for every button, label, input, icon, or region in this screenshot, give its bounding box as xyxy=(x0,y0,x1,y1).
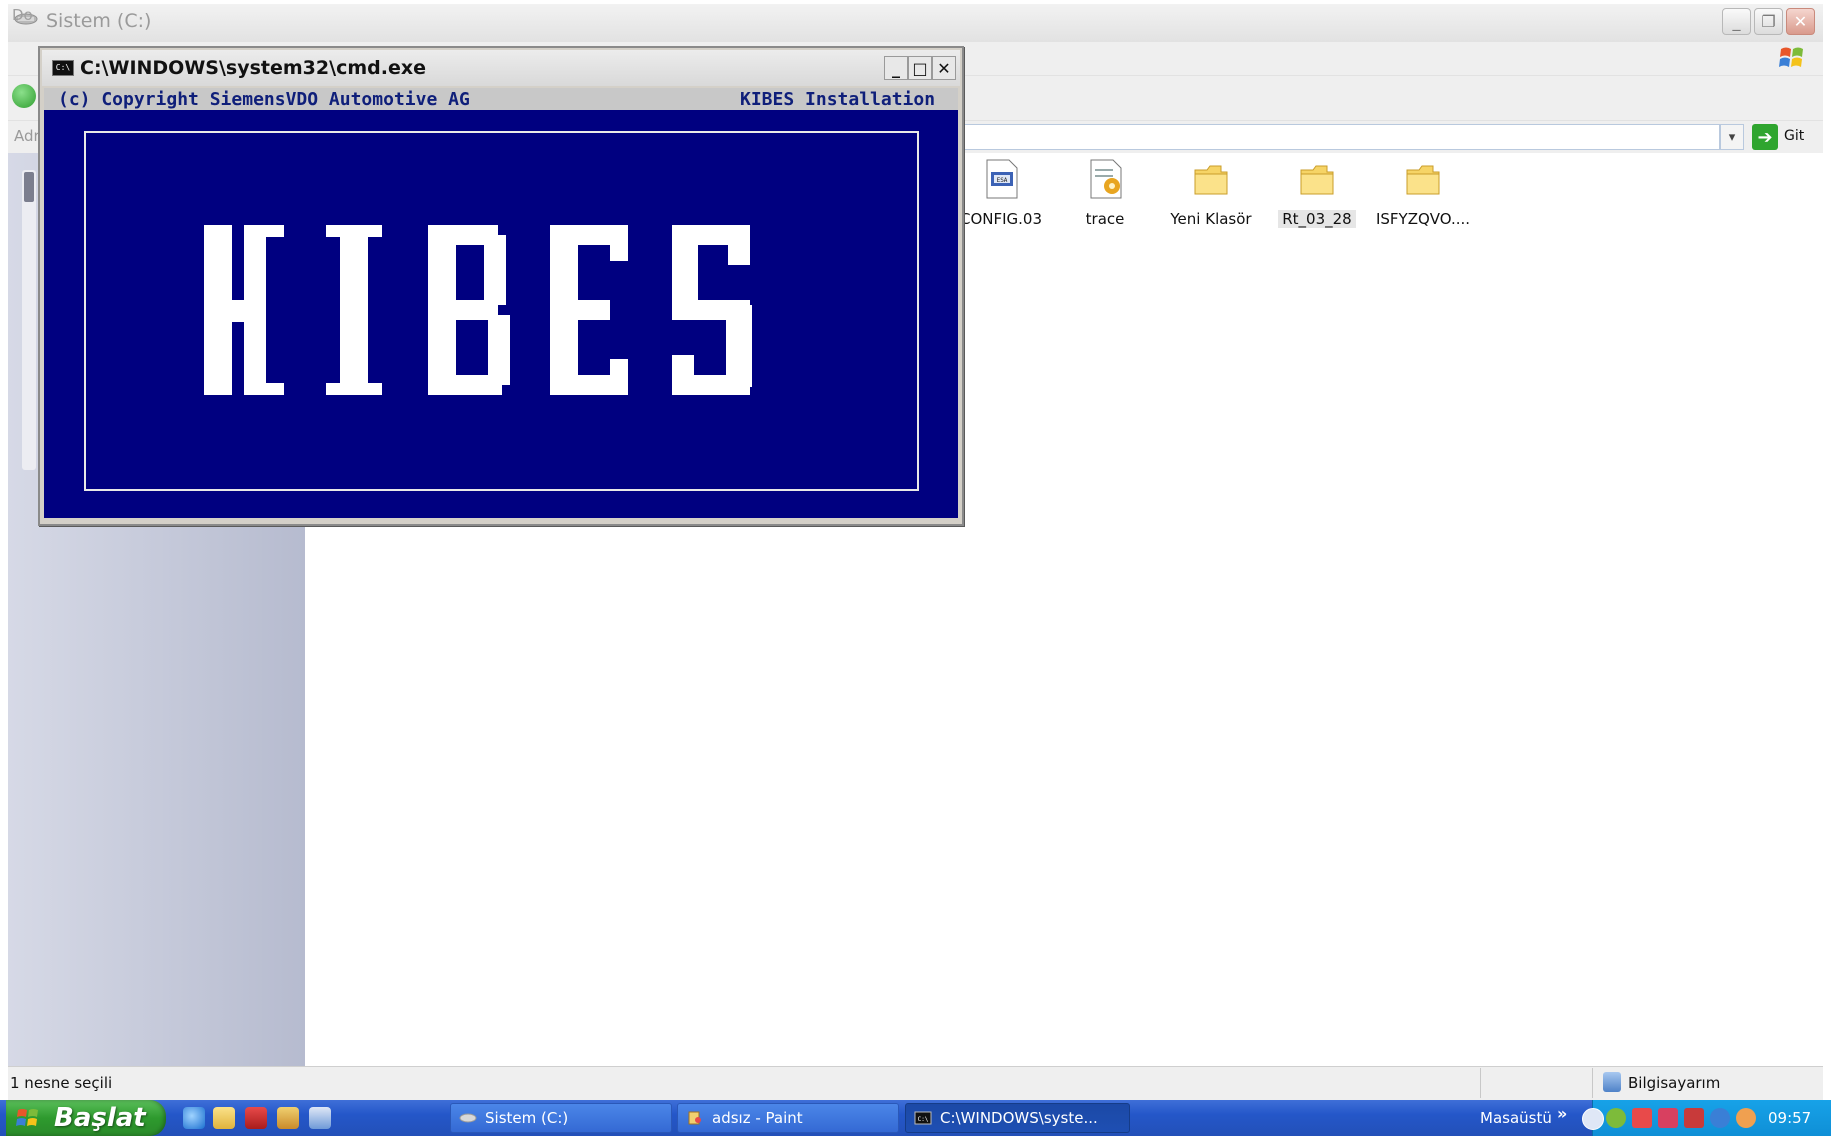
file-item[interactable]: Yeni Klasör xyxy=(1158,152,1264,232)
task-pane-panel xyxy=(22,170,36,470)
restore-button[interactable]: ❐ xyxy=(1754,8,1783,35)
network-disconnected-icon[interactable] xyxy=(1684,1108,1704,1128)
file-label: Yeni Klasör xyxy=(1170,210,1252,228)
tool-icon[interactable] xyxy=(277,1107,299,1129)
explorer-title-bar[interactable] xyxy=(8,4,1823,43)
console-installation-text: KIBES Installation xyxy=(740,89,936,110)
address-label: Adr xyxy=(14,127,40,145)
cmd-title: C:\WINDOWS\system32\cmd.exe xyxy=(80,57,426,79)
file-label: Rt_03_28 xyxy=(1278,210,1356,228)
close-icon: ✕ xyxy=(937,58,951,78)
explorer-title: Sistem (C:) xyxy=(46,10,152,32)
address-input[interactable] xyxy=(940,124,1720,150)
taskbar-button-paint[interactable]: adsız - Paint xyxy=(677,1103,899,1133)
network-disconnected-icon[interactable] xyxy=(1632,1108,1652,1128)
tray-collapse-icon[interactable] xyxy=(1582,1108,1604,1130)
start-label: Başlat xyxy=(54,1103,146,1133)
taskbar-button-label: adsız - Paint xyxy=(712,1109,803,1127)
status-divider xyxy=(1480,1068,1481,1098)
security-icon[interactable] xyxy=(1710,1108,1730,1128)
banner-letter-e xyxy=(550,225,628,395)
status-selection-text: 1 nesne seçili xyxy=(10,1074,113,1092)
minimize-icon: _ xyxy=(892,58,900,78)
desktop-toolbar-label[interactable]: Masaüstü xyxy=(1480,1109,1552,1127)
maximize-icon: □ xyxy=(912,58,928,78)
svg-text:ESA: ESA xyxy=(997,177,1008,184)
banner-letter-b xyxy=(428,225,510,395)
folder-icon xyxy=(1194,165,1228,195)
minimize-button[interactable]: _ xyxy=(1722,8,1751,35)
minimize-icon: _ xyxy=(1732,12,1741,31)
taskbar-button-cmd[interactable]: C:\ C:\WINDOWS\syste... xyxy=(905,1103,1130,1133)
close-icon: ✕ xyxy=(1793,12,1808,31)
go-arrow-icon[interactable]: ➔ xyxy=(1752,124,1778,150)
taskbar-button-explorer[interactable]: Sistem (C:) xyxy=(450,1103,672,1133)
toolbar-expand-icon[interactable]: » xyxy=(1557,1104,1567,1123)
app-icon[interactable] xyxy=(309,1107,331,1129)
folder-icon[interactable] xyxy=(213,1107,235,1129)
status-divider xyxy=(1592,1068,1593,1098)
volume-icon[interactable] xyxy=(1736,1108,1756,1128)
folder-icon xyxy=(1406,165,1440,195)
file-item[interactable]: trace xyxy=(1052,152,1158,232)
acrobat-icon[interactable] xyxy=(245,1107,267,1129)
cmd-minimize-button[interactable]: _ xyxy=(884,56,908,80)
task-pane-collapse-icon[interactable] xyxy=(24,172,34,202)
svg-text:C:\: C:\ xyxy=(918,1116,929,1123)
folder-icon xyxy=(1300,165,1334,195)
status-bar xyxy=(8,1066,1823,1101)
banner-letter-i xyxy=(326,225,382,395)
windows-logo-icon xyxy=(1779,47,1803,67)
close-button[interactable]: ✕ xyxy=(1786,8,1815,35)
banner-letter-s xyxy=(672,225,752,395)
cmd-icon: C:\ xyxy=(914,1111,932,1125)
log-file-icon xyxy=(1090,159,1122,199)
taskbar-button-label: Sistem (C:) xyxy=(485,1109,569,1127)
config-file-icon: ESA xyxy=(986,159,1018,199)
clock[interactable]: 09:57 xyxy=(1768,1109,1811,1127)
kibes-banner-box xyxy=(84,131,919,491)
address-dropdown-button[interactable]: ▾ xyxy=(1720,124,1744,150)
status-location-text: Bilgisayarım xyxy=(1628,1074,1721,1092)
chevron-down-icon: ▾ xyxy=(1728,129,1736,145)
file-item[interactable]: ISFYZQVO.... xyxy=(1370,152,1476,232)
internet-explorer-icon[interactable] xyxy=(183,1107,205,1129)
computer-icon xyxy=(1603,1072,1621,1092)
cmd-close-button[interactable]: ✕ xyxy=(932,56,956,80)
file-label: trace xyxy=(1085,210,1125,228)
taskbar-button-label: C:\WINDOWS\syste... xyxy=(940,1109,1098,1127)
cmd-maximize-button[interactable]: □ xyxy=(908,56,932,80)
file-label: ISFYZQVO.... xyxy=(1375,210,1471,228)
console-copyright-text: (c) Copyright SiemensVDO Automotive AG xyxy=(58,89,470,110)
back-icon[interactable] xyxy=(12,84,36,108)
banner-letter-k xyxy=(204,225,284,395)
paint-icon xyxy=(688,1111,701,1125)
kibes-banner-text xyxy=(204,225,752,395)
drive-icon xyxy=(459,1113,477,1123)
menu-item-file[interactable]: Do xyxy=(12,6,33,24)
file-item-selected[interactable]: Rt_03_28 xyxy=(1264,152,1370,232)
windows-logo-icon xyxy=(16,1109,38,1126)
network-disconnected-icon[interactable] xyxy=(1658,1108,1678,1128)
go-button[interactable]: Git xyxy=(1784,128,1804,144)
cmd-app-icon: C:\ xyxy=(52,60,74,76)
tray-app-icon[interactable] xyxy=(1606,1108,1626,1128)
restore-icon: ❐ xyxy=(1761,12,1776,31)
